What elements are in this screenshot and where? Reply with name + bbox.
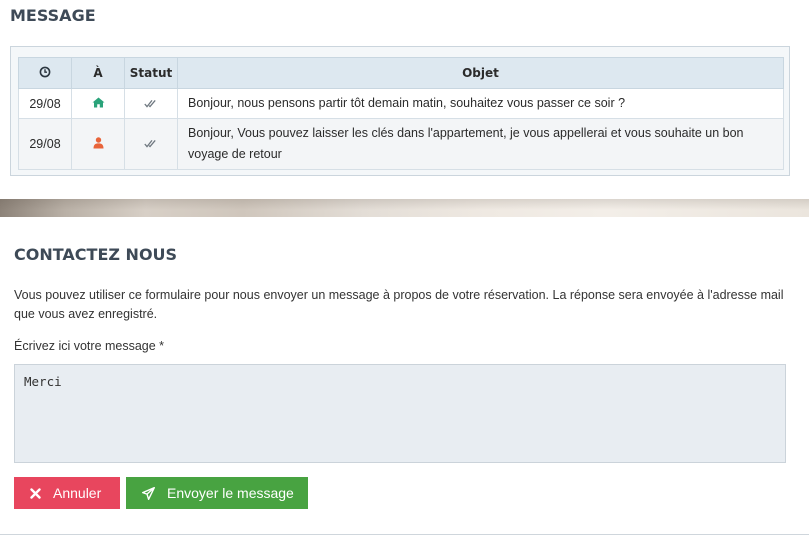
- close-icon: [30, 487, 41, 499]
- contact-section: CONTACTEZ NOUS Vous pouvez utiliser ce f…: [0, 217, 809, 535]
- messages-section: MESSAGE À Statut Objet 29/08 Bonjour, no…: [0, 0, 809, 199]
- header-to: À: [71, 57, 125, 89]
- row-date: 29/08: [18, 118, 72, 170]
- contact-description: Vous pouvez utiliser ce formulaire pour …: [14, 288, 784, 321]
- row-to: [71, 88, 125, 119]
- header-status: Statut: [124, 57, 178, 89]
- user-icon: [93, 136, 104, 152]
- table-row[interactable]: 29/08: [18, 88, 784, 119]
- background-photo-strip: [0, 199, 809, 217]
- contact-title: CONTACTEZ NOUS: [14, 245, 178, 264]
- header-date: [18, 57, 72, 89]
- row-status: [124, 88, 178, 119]
- message-label: Écrivez ici votre message *: [14, 339, 165, 353]
- send-message-button[interactable]: Envoyer le message: [126, 477, 308, 509]
- messages-panel: À Statut Objet 29/08 Bonjour, nous penso…: [10, 46, 790, 176]
- table-row[interactable]: 29/08: [18, 118, 784, 170]
- send-icon: [142, 486, 155, 500]
- send-button-label: Envoyer le message: [167, 485, 294, 501]
- table-header-row: À Statut Objet: [18, 57, 784, 89]
- row-subject: Bonjour, Vous pouvez laisser les clés da…: [177, 118, 784, 170]
- messages-title: MESSAGE: [10, 6, 96, 25]
- row-date: 29/08: [18, 88, 72, 119]
- double-check-icon: [144, 137, 158, 151]
- double-check-icon: [144, 97, 158, 111]
- messages-table: À Statut Objet 29/08 Bonjour, nous penso…: [18, 57, 784, 170]
- cancel-button[interactable]: Annuler: [14, 477, 120, 509]
- home-icon: [92, 97, 105, 111]
- row-subject: Bonjour, nous pensons partir tôt demain …: [177, 88, 784, 119]
- clock-icon: [39, 66, 51, 81]
- message-textarea[interactable]: Merci: [14, 364, 786, 463]
- row-to: [71, 118, 125, 170]
- cancel-button-label: Annuler: [53, 485, 102, 501]
- row-status: [124, 118, 178, 170]
- header-subject: Objet: [177, 57, 784, 89]
